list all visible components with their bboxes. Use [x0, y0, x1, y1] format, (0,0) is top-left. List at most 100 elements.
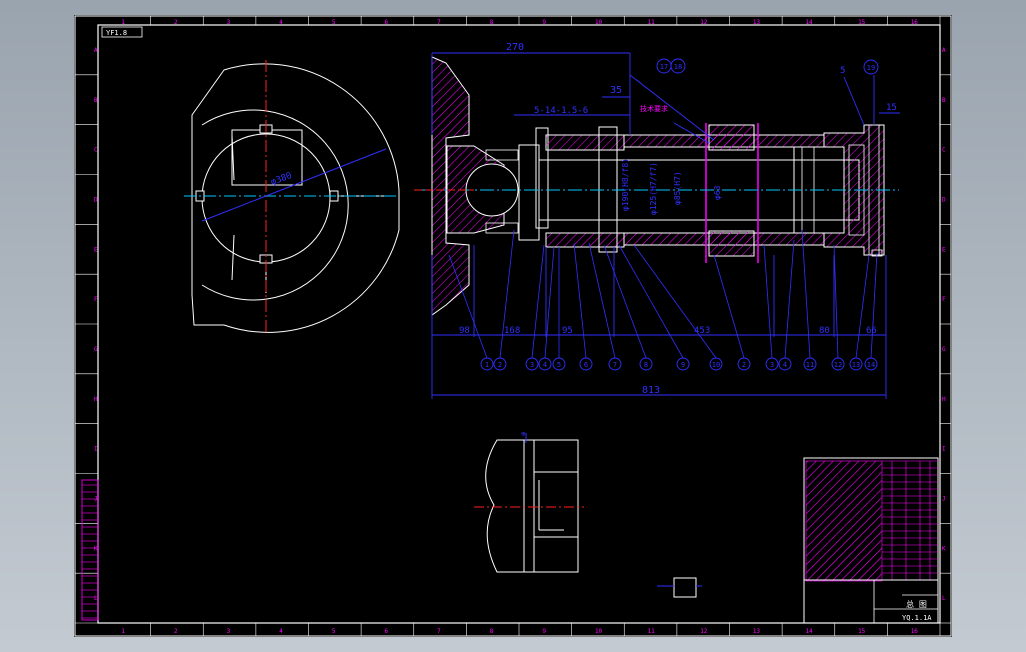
top-balloon-label: 17	[660, 63, 668, 71]
zone-row-label: G	[942, 346, 946, 353]
part-balloon-label: 9	[681, 361, 685, 369]
zone-col-label: 4	[279, 19, 283, 26]
zone-row-label: D	[942, 196, 946, 203]
zone-col-label: 13	[753, 628, 761, 635]
zone-col-label: 11	[648, 628, 656, 635]
zone-row-label: A	[942, 47, 946, 54]
side-label: 5	[840, 66, 845, 76]
zone-row-label: H	[94, 396, 98, 403]
dim-side-right: 15	[886, 103, 897, 113]
zone-col-label: 7	[437, 19, 441, 26]
parts-list-text-area	[805, 460, 883, 582]
zone-row-label: I	[94, 446, 98, 453]
zone-col-label: 13	[753, 19, 761, 26]
top-balloon-label: 19	[867, 64, 875, 72]
zone-row-label: L	[942, 595, 946, 602]
dim-seg-a: 98	[459, 326, 470, 336]
zone-col-label: 15	[858, 628, 866, 635]
cad-drawing: 1122334455667788991010111112121313141415…	[74, 15, 952, 637]
part-balloon-label: 1	[485, 361, 489, 369]
top-balloon-label: 18	[674, 63, 682, 71]
part-balloon-label: 10	[712, 361, 720, 369]
dim-dia-2: φ125(H7/f7)	[649, 162, 658, 215]
zone-col-label: 8	[490, 628, 494, 635]
zone-row-label: K	[942, 545, 946, 552]
zone-row-label: C	[94, 147, 98, 154]
dim-dia-3: φ85(H7)	[673, 171, 682, 205]
part-balloon-label: 14	[867, 361, 875, 369]
zone-col-label: 10	[595, 19, 603, 26]
zone-col-label: 16	[911, 19, 919, 26]
zone-col-label: 2	[174, 628, 178, 635]
dim-dia-1: φ190(H8/f8)	[621, 158, 630, 211]
dim-seg-f: 66	[866, 326, 877, 336]
zone-col-label: 7	[437, 628, 441, 635]
part-balloon-label: 4	[543, 361, 547, 369]
zone-row-label: H	[942, 396, 946, 403]
zone-row-label: J	[942, 495, 946, 502]
dim-seg-c: 95	[562, 326, 573, 336]
zone-col-label: 9	[542, 19, 546, 26]
zone-col-label: 14	[805, 628, 813, 635]
drawing-number: YQ.1.1A	[902, 614, 932, 622]
zone-row-label: L	[94, 595, 98, 602]
dim-overall-length: 813	[642, 385, 660, 396]
zone-row-label: F	[942, 296, 946, 303]
dim-seg-e: 80	[819, 326, 830, 336]
zone-row-label: E	[942, 246, 946, 253]
part-balloon-label: 2	[498, 361, 502, 369]
zone-col-label: 4	[279, 628, 283, 635]
part-balloon-label: 12	[834, 361, 842, 369]
dim-dia-4: φ63	[713, 185, 722, 200]
zone-row-label: C	[942, 147, 946, 154]
part-balloons: 1 2 3 4 5 6 7 8 9 10 2 3 4 11 12 13 14	[480, 357, 878, 371]
zone-col-label: 11	[648, 19, 656, 26]
title-block: 总 图 YQ.1.1A	[803, 457, 939, 624]
part-balloon-label: 8	[644, 361, 648, 369]
thread-note: 5-14-1.5-6	[534, 106, 588, 116]
zone-col-label: 1	[121, 19, 125, 26]
zone-col-label: 3	[227, 19, 231, 26]
part-balloon-label: 2	[742, 361, 746, 369]
zone-col-label: 12	[700, 19, 708, 26]
zone-col-label: 2	[174, 19, 178, 26]
zone-row-label: B	[94, 97, 98, 104]
zone-row-label: G	[94, 346, 98, 353]
surface-symbol	[657, 577, 702, 598]
zone-col-label: 14	[805, 19, 813, 26]
zone-row-label: K	[94, 545, 98, 552]
part-balloon-label: 6	[584, 361, 588, 369]
zone-col-label: 16	[911, 628, 919, 635]
dim-top-overall: 270	[506, 42, 524, 53]
part-balloon-label: 13	[852, 361, 860, 369]
bore-dimension-line	[201, 148, 387, 222]
end-view	[191, 63, 400, 333]
part-balloon-label: 5	[557, 361, 561, 369]
zone-col-label: 9	[542, 628, 546, 635]
zone-row-label: B	[942, 97, 946, 104]
zone-col-label: 5	[332, 628, 336, 635]
part-balloon-label: 3	[530, 361, 534, 369]
bottom-dimensions	[431, 245, 887, 399]
zone-row-label: F	[94, 296, 98, 303]
leader-lines	[448, 229, 878, 359]
part-balloon-label: 4	[783, 361, 787, 369]
zone-row-label: A	[94, 47, 98, 54]
drawing-sheet: 1 1 2 2 3 3 4 4 5 5 6 6 7 7 8 8 9 9 10 10 11 11 12 12 13 13 14 14 15…	[74, 15, 952, 637]
zone-col-label: 8	[490, 19, 494, 26]
zone-col-label: 5	[332, 19, 336, 26]
zone-row-label: D	[94, 196, 98, 203]
part-balloon-label: 11	[806, 361, 814, 369]
annotation-text: 技术要求	[640, 104, 668, 113]
dim-seg-b: 168	[504, 326, 520, 336]
zone-col-label: 6	[384, 19, 388, 26]
dim-top-step: 35	[610, 85, 622, 96]
detail-view	[485, 439, 579, 573]
zone-col-label: 12	[700, 628, 708, 635]
zone-col-label: 1	[121, 628, 125, 635]
svg-text:⊕: ⊕	[521, 430, 526, 438]
zone-row-label: E	[94, 246, 98, 253]
zone-col-label: 10	[595, 628, 603, 635]
zone-row-label: I	[942, 446, 946, 453]
stamp-text: YF1.8	[106, 29, 127, 37]
